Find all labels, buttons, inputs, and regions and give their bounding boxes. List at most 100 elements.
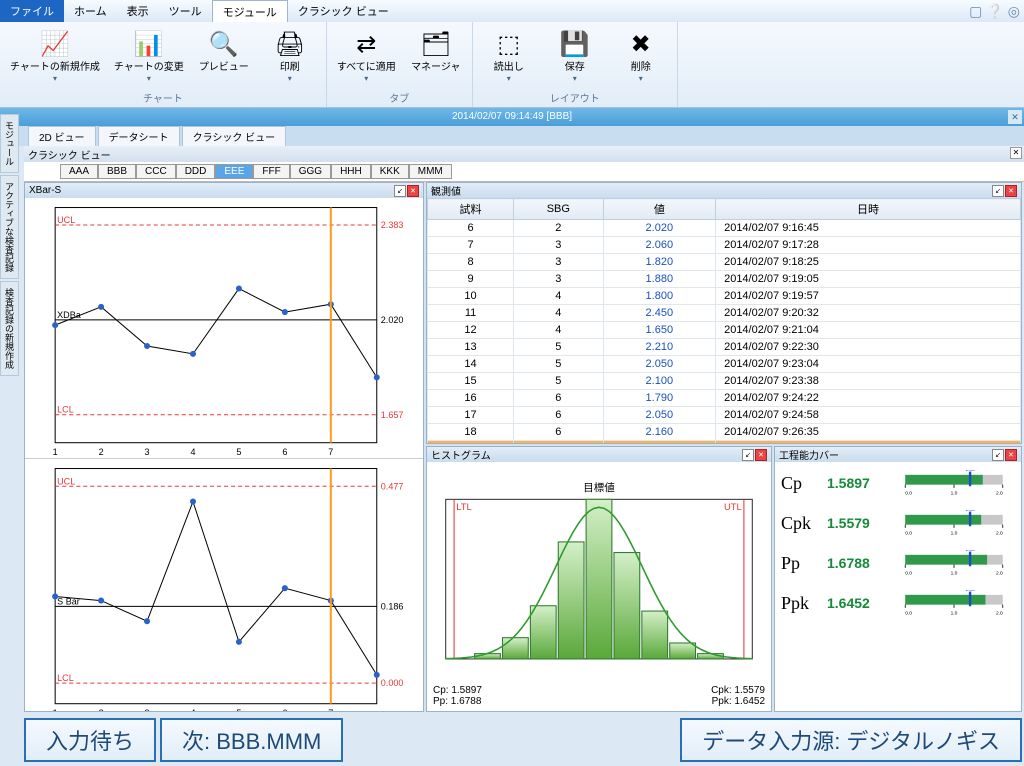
- table-row[interactable]: 1452.0502014/02/07 9:23:04: [428, 356, 1021, 373]
- ribbon-icon: ✖: [625, 28, 657, 60]
- svg-text:1.33: 1.33: [965, 470, 975, 473]
- panel-observed: 観測値 ↙ ✕ 試料SBG値日時622.0202014/02/07 9:16:4…: [426, 182, 1022, 444]
- doc-tab-classic[interactable]: クラシック ビュー: [182, 126, 287, 146]
- table-row[interactable]: 1041.8002014/02/07 9:19:57: [428, 288, 1021, 305]
- table-row[interactable]: 1552.1002014/02/07 9:23:38: [428, 373, 1021, 390]
- svg-text:1: 1: [53, 447, 58, 457]
- table-row[interactable]: 831.8202014/02/07 9:18:25: [428, 254, 1021, 271]
- table-row[interactable]: 622.0202014/02/07 9:16:45: [428, 220, 1021, 237]
- series-tab[interactable]: MMM: [409, 164, 452, 179]
- observed-table[interactable]: 試料SBG値日時622.0202014/02/07 9:16:45732.060…: [427, 198, 1021, 443]
- series-tab[interactable]: AAA: [60, 164, 98, 179]
- panel-restore-icon[interactable]: ↙: [394, 185, 406, 197]
- panel-restore-icon[interactable]: ↙: [992, 449, 1004, 461]
- ribbon-label: プレビュー: [199, 62, 249, 74]
- svg-text:2: 2: [99, 708, 104, 711]
- status-source: データ入力源: デジタルノギス: [680, 718, 1022, 762]
- table-header[interactable]: 試料: [428, 199, 514, 220]
- table-header[interactable]: SBG: [514, 199, 603, 220]
- capability-label: Pp: [781, 553, 817, 574]
- chevron-down-icon: ▾: [53, 74, 57, 83]
- histogram-stats: Cp: 1.5897Pp: 1.6788Cpk: 1.5579Ppk: 1.64…: [433, 685, 765, 707]
- control-chart: UCL0.477S Bar0.186LCL0.0001234567: [25, 459, 423, 711]
- series-tab[interactable]: DDD: [176, 164, 216, 179]
- table-row[interactable]: 1352.2102014/02/07 9:22:30: [428, 339, 1021, 356]
- series-tab[interactable]: CCC: [136, 164, 176, 179]
- svg-text:UTL: UTL: [724, 502, 742, 513]
- table-row[interactable]: 1661.7902014/02/07 9:24:22: [428, 390, 1021, 407]
- ribbon-button[interactable]: ⬚読出し▾: [479, 26, 539, 88]
- panel-close-icon[interactable]: ✕: [1005, 449, 1017, 461]
- menu-tab-view[interactable]: 表示: [117, 0, 159, 22]
- table-header[interactable]: 日時: [716, 199, 1021, 220]
- series-tab[interactable]: GGG: [290, 164, 331, 179]
- capability-row: Cpk 1.5579 1.33 0.0 1.0 2.0: [781, 510, 1015, 536]
- ribbon-button[interactable]: ✖削除▾: [611, 26, 671, 88]
- panel-restore-icon[interactable]: ↙: [992, 185, 1004, 197]
- ribbon-button[interactable]: ⇄すべてに適用▾: [333, 26, 400, 88]
- ribbon-button[interactable]: 🔍プレビュー: [194, 26, 254, 88]
- help-icon[interactable]: ❔: [986, 3, 1003, 20]
- series-tab[interactable]: BBB: [98, 164, 136, 179]
- panel-close-icon[interactable]: ✕: [755, 449, 767, 461]
- table-row[interactable]: 732.0602014/02/07 9:17:28: [428, 237, 1021, 254]
- table-row[interactable]: 1142.4502014/02/07 9:20:32: [428, 305, 1021, 322]
- classic-view-label: クラシック ビュー: [28, 151, 111, 162]
- chevron-down-icon: ▾: [639, 74, 643, 83]
- panel-close-icon[interactable]: ✕: [407, 185, 419, 197]
- panel-close-icon[interactable]: ✕: [1005, 185, 1017, 197]
- capability-bar: 1.33 0.0 1.0 2.0: [893, 470, 1015, 496]
- menu-tab-tool[interactable]: ツール: [159, 0, 212, 22]
- classic-close-icon[interactable]: ✕: [1010, 147, 1022, 159]
- chevron-down-icon: ▾: [573, 74, 577, 83]
- capability-value: 1.6452: [827, 595, 883, 611]
- ribbon-button[interactable]: 📈チャートの新規作成▾: [6, 26, 104, 88]
- left-tab-new-record[interactable]: 検査記録の新規作成: [0, 281, 19, 376]
- ribbon-label: すべてに適用: [337, 62, 396, 74]
- chevron-down-icon: ▾: [288, 74, 292, 83]
- svg-text:2.0: 2.0: [996, 610, 1003, 616]
- series-tab[interactable]: KKK: [371, 164, 409, 179]
- ribbon-button[interactable]: 💾保存▾: [545, 26, 605, 88]
- table-row[interactable]: 1862.1602014/02/07 9:26:35: [428, 424, 1021, 441]
- menu-file[interactable]: ファイル: [0, 0, 64, 22]
- panel-restore-icon[interactable]: ↙: [742, 449, 754, 461]
- svg-text:2.383: 2.383: [381, 220, 404, 230]
- table-row[interactable]: 1241.6502014/02/07 9:21:04: [428, 322, 1021, 339]
- table-header[interactable]: 値: [603, 199, 716, 220]
- minimize-icon[interactable]: ▢: [969, 3, 982, 20]
- ribbon-button[interactable]: 🗂マネージャ: [406, 26, 466, 88]
- series-tab[interactable]: EEE: [215, 164, 253, 179]
- title-close-icon[interactable]: ✕: [1008, 110, 1022, 124]
- menu-tab-module[interactable]: モジュール: [212, 0, 288, 22]
- svg-text:2.0: 2.0: [996, 570, 1003, 576]
- table-row[interactable]: 1762.0502014/02/07 9:24:58: [428, 407, 1021, 424]
- svg-text:LCL: LCL: [57, 405, 74, 415]
- panel-xbar-s: XBar-S ↙ ✕ UCL2.383XDBa2.020LCL1.6571234…: [24, 182, 424, 712]
- left-tab-module[interactable]: モジュール: [0, 114, 19, 173]
- capability-label: Cpk: [781, 513, 817, 534]
- svg-text:1.0: 1.0: [951, 490, 958, 496]
- svg-text:2: 2: [99, 447, 104, 457]
- menu-tab-home[interactable]: ホーム: [64, 0, 117, 22]
- capability-row: Pp 1.6788 1.33 0.0 1.0 2.0: [781, 550, 1015, 576]
- doc-tab-datasheet[interactable]: データシート: [98, 126, 180, 146]
- ribbon-icon: 🖨: [274, 28, 306, 60]
- ribbon-button[interactable]: 🖨印刷▾: [260, 26, 320, 88]
- ribbon-group-title: レイアウト: [550, 88, 600, 105]
- left-tab-active-record[interactable]: アクティブな検査記録: [0, 175, 19, 279]
- left-vertical-tabs: モジュール アクティブな検査記録 検査記録の新規作成: [0, 114, 22, 378]
- svg-text:1.0: 1.0: [951, 570, 958, 576]
- sys-icon[interactable]: ◎: [1008, 3, 1020, 20]
- table-row[interactable]: 931.8802014/02/07 9:19:05: [428, 271, 1021, 288]
- panel-observed-title: 観測値: [431, 183, 461, 198]
- table-row[interactable]: 1971.7702014/02/07 9:27:44: [428, 441, 1021, 444]
- ribbon-button[interactable]: 📊チャートの変更▾: [110, 26, 188, 88]
- ribbon-label: 保存: [565, 62, 585, 74]
- doc-tab-2d[interactable]: 2D ビュー: [28, 126, 96, 146]
- series-tab[interactable]: FFF: [253, 164, 289, 179]
- histogram-chart: 目標値LTLUTL: [431, 466, 767, 707]
- svg-text:1.657: 1.657: [381, 410, 404, 420]
- menu-tab-classic[interactable]: クラシック ビュー: [288, 0, 399, 22]
- series-tab[interactable]: HHH: [331, 164, 371, 179]
